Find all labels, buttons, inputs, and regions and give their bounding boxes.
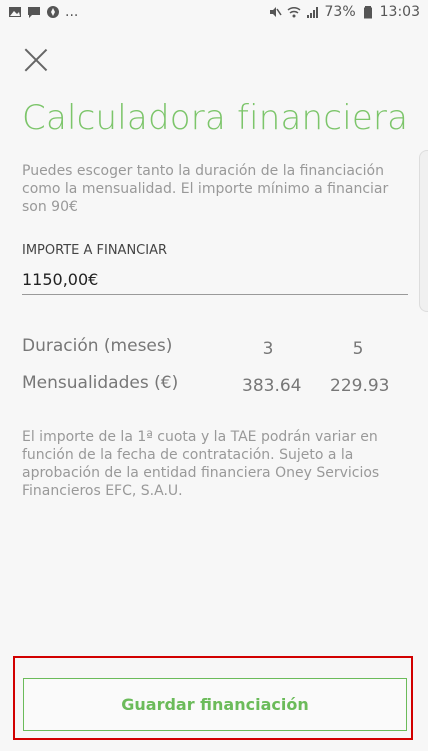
duration-option-3[interactable]: 3 — [242, 339, 294, 359]
monthly-option-5[interactable]: 229.93 — [330, 376, 389, 396]
status-right: 73% 13:03 — [268, 4, 420, 20]
save-button-label: Guardar financiación — [121, 695, 309, 714]
monthly-row: Mensualidades (€) 383.64 229.93 — [22, 373, 408, 410]
monthly-label: Mensualidades (€) — [22, 373, 179, 393]
image-icon — [9, 7, 21, 17]
amount-label: IMPORTE A FINANCIAR — [22, 243, 168, 258]
save-financing-button[interactable]: Guardar financiación — [23, 678, 407, 731]
duration-label: Duración (meses) — [22, 336, 173, 356]
battery-icon — [363, 6, 372, 19]
battery-percent: 73% — [324, 4, 356, 20]
status-bar: ... 73% 13:03 — [0, 0, 428, 27]
duration-option-5[interactable]: 5 — [330, 339, 386, 359]
compass-icon — [47, 6, 59, 18]
message-icon — [28, 7, 40, 18]
description-text: Puedes escoger tanto la duración de la f… — [22, 163, 389, 215]
close-icon[interactable] — [24, 48, 48, 72]
side-panel-handle[interactable] — [419, 150, 428, 312]
page-title: Calculadora financiera — [22, 98, 409, 138]
signal-icon — [306, 7, 318, 18]
financing-table: Duración (meses) 3 5 Mensualidades (€) 3… — [22, 336, 408, 410]
clock: 13:03 — [379, 4, 420, 20]
duration-row: Duración (meses) 3 5 — [22, 336, 408, 373]
mute-icon — [269, 7, 282, 17]
more-notifications: ... — [65, 4, 79, 20]
status-left: ... — [8, 4, 78, 20]
wifi-icon — [287, 6, 301, 18]
legal-note: El importe de la 1ª cuota y la TAE podrá… — [22, 429, 380, 499]
amount-input[interactable]: 1150,00€ — [22, 270, 408, 295]
monthly-option-3[interactable]: 383.64 — [242, 376, 301, 396]
